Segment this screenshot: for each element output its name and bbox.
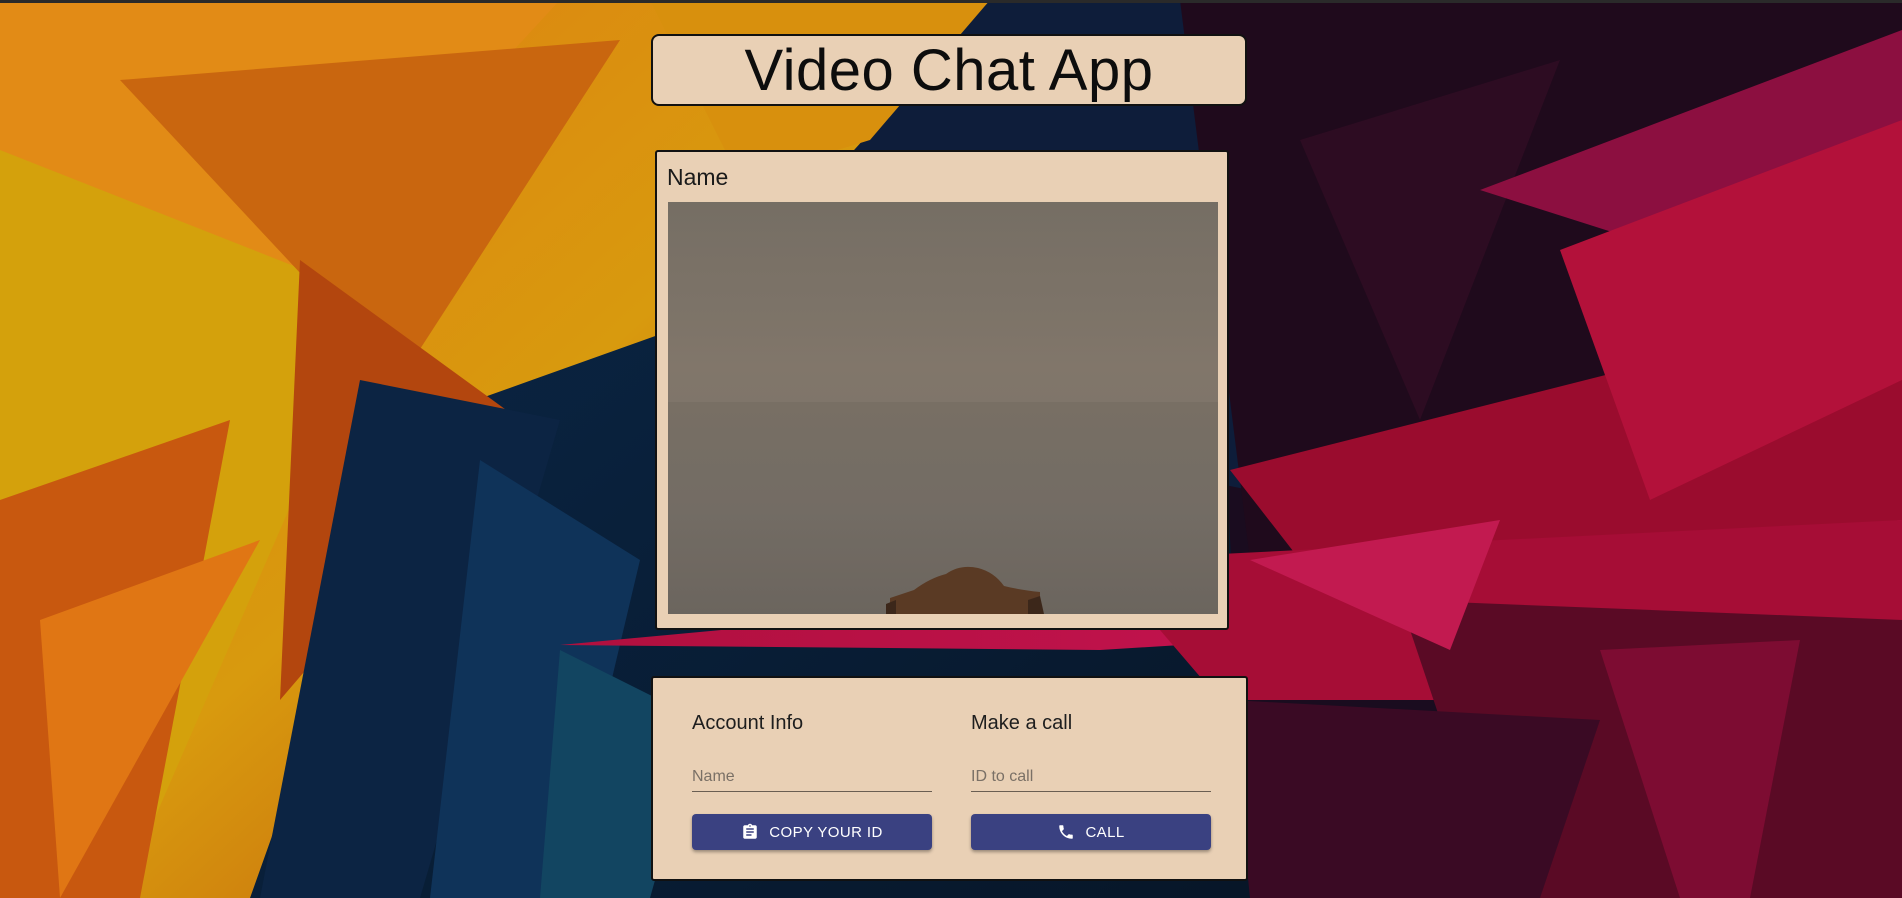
copy-id-button[interactable]: COPY YOUR ID [692,814,932,850]
local-video [668,202,1218,614]
controls-card: Account Info COPY YOUR ID Make a call CA… [651,676,1248,881]
id-to-call-input[interactable] [971,762,1211,792]
phone-icon [1057,823,1075,841]
video-name-label: Name [667,164,729,190]
name-input[interactable] [692,762,932,792]
call-button[interactable]: CALL [971,814,1211,850]
account-info-heading: Account Info [692,712,804,734]
app-title: Video Chat App [744,37,1154,103]
clipboard-icon [741,823,759,841]
copy-id-button-label: COPY YOUR ID [769,823,883,841]
top-border [0,0,1902,3]
make-call-heading: Make a call [971,712,1073,734]
call-button-label: CALL [1085,823,1125,841]
video-feed-content [668,202,1218,614]
video-card: Name [655,150,1229,630]
app-title-box: Video Chat App [651,34,1247,106]
